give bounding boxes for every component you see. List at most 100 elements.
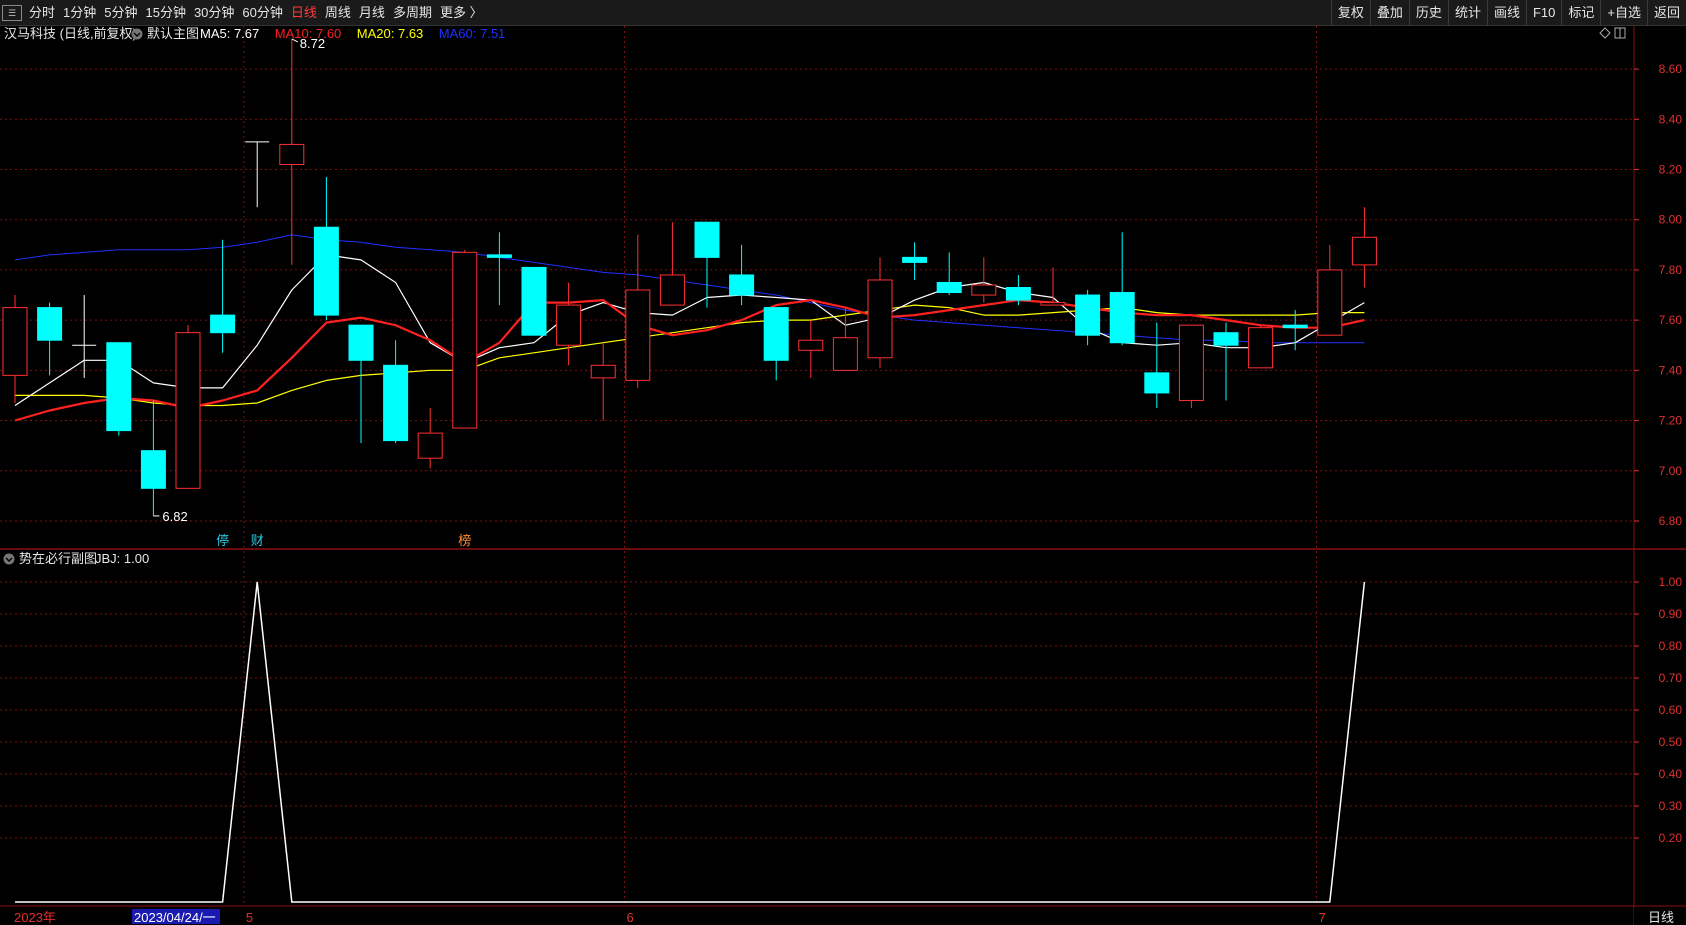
candle-body bbox=[521, 266, 547, 336]
tool-button-3[interactable]: 统计 bbox=[1447, 0, 1487, 26]
price-tick: 6.80 bbox=[1659, 514, 1683, 528]
candle[interactable] bbox=[106, 342, 132, 436]
indicator-tick: 0.70 bbox=[1659, 671, 1683, 685]
indicator-tick: 0.20 bbox=[1659, 831, 1683, 845]
stock-chart[interactable]: 8.60 8.40 8.20 8.00 7.80 7.60 7.40 7.20 7.00 6.80… bbox=[0, 26, 1686, 925]
candle-body bbox=[1178, 324, 1204, 401]
candle-body bbox=[210, 314, 236, 334]
candle-body bbox=[694, 221, 720, 258]
low-label: 6.82 bbox=[162, 509, 187, 524]
indicator-tick: 0.60 bbox=[1659, 703, 1683, 717]
year-label: 2023年 bbox=[14, 910, 56, 925]
candle[interactable] bbox=[175, 325, 201, 489]
period-tab-4[interactable]: 30分钟 bbox=[190, 0, 238, 26]
tool-button-2[interactable]: 历史 bbox=[1408, 0, 1448, 26]
period-tab-1[interactable]: 1分钟 bbox=[59, 0, 100, 26]
price-tick: 7.80 bbox=[1659, 263, 1683, 277]
candle-body bbox=[37, 307, 63, 341]
candle-body bbox=[1040, 302, 1066, 306]
candle-body bbox=[2, 307, 28, 376]
ma-legend-item: MA20: 7.63 bbox=[357, 26, 424, 41]
candle-body bbox=[1144, 372, 1170, 394]
price-tick: 8.40 bbox=[1659, 112, 1683, 126]
tool-button-6[interactable]: 标记 bbox=[1561, 0, 1600, 26]
price-tick: 8.00 bbox=[1659, 213, 1683, 227]
template-dropdown[interactable] bbox=[131, 28, 143, 40]
tool-button-5[interactable]: F10 bbox=[1525, 0, 1561, 26]
candle-body bbox=[1075, 294, 1101, 336]
price-tick: 7.60 bbox=[1659, 313, 1683, 327]
candle-body bbox=[590, 364, 616, 379]
candle-body bbox=[971, 284, 997, 296]
cursor-date: 2023/04/24/一 bbox=[134, 910, 216, 925]
candle-body bbox=[936, 281, 962, 294]
candle-body bbox=[140, 450, 166, 489]
template-name[interactable]: 默认主图 bbox=[147, 26, 199, 41]
price-tick: 8.20 bbox=[1659, 163, 1683, 177]
menu-icon[interactable]: ☰ bbox=[2, 5, 22, 21]
period-tab-2[interactable]: 5分钟 bbox=[100, 0, 141, 26]
candle-body bbox=[1213, 332, 1239, 346]
candle-body bbox=[486, 254, 512, 258]
candle-body bbox=[1351, 236, 1377, 266]
candle-body bbox=[625, 289, 651, 381]
candle-body bbox=[832, 337, 858, 371]
candle-body bbox=[763, 307, 789, 361]
indicator-tick: 0.90 bbox=[1659, 607, 1683, 621]
price-tick: 8.60 bbox=[1659, 62, 1683, 76]
event-marker[interactable]: 榜 bbox=[458, 533, 471, 548]
candle-body bbox=[1005, 287, 1031, 301]
tool-button-1[interactable]: 叠加 bbox=[1369, 0, 1409, 26]
tool-button-0[interactable]: 复权 bbox=[1330, 0, 1370, 26]
candle-body bbox=[556, 304, 582, 346]
candle[interactable] bbox=[521, 266, 547, 336]
indicator-tick: 0.50 bbox=[1659, 735, 1683, 749]
candle-body bbox=[902, 256, 928, 263]
period-tab-8[interactable]: 月线 bbox=[355, 0, 389, 26]
candle-body bbox=[659, 274, 685, 306]
tool-button-8[interactable]: 返回 bbox=[1646, 0, 1686, 26]
candle-body bbox=[1317, 269, 1343, 336]
indicator-tick: 0.80 bbox=[1659, 639, 1683, 653]
price-tick: 7.00 bbox=[1659, 464, 1683, 478]
indicator-value: JBJ: 1.00 bbox=[95, 551, 149, 566]
period-tab-0[interactable]: 分时 bbox=[25, 0, 59, 26]
period-label[interactable]: 日线 bbox=[1648, 910, 1674, 925]
indicator-title[interactable]: 势在必行副图 bbox=[19, 551, 97, 566]
event-marker[interactable]: 停 bbox=[216, 533, 229, 548]
event-marker[interactable]: 财 bbox=[251, 533, 264, 548]
chart-background bbox=[0, 26, 1686, 925]
stock-title[interactable]: 汉马科技 (日线,前复权) bbox=[4, 26, 137, 41]
price-tick: 7.20 bbox=[1659, 414, 1683, 428]
candle-body bbox=[106, 342, 132, 432]
candle[interactable] bbox=[1178, 324, 1204, 408]
period-tab-6[interactable]: 日线 bbox=[287, 0, 321, 26]
candle-body bbox=[383, 364, 409, 442]
candle-body bbox=[348, 324, 374, 361]
candle-body bbox=[729, 274, 755, 296]
period-toolbar: ☰ 分时 1分钟 5分钟 15分钟 30分钟 60分钟 日线 周线 月线 多周期 更多 〉 复权 叠加… bbox=[0, 0, 1686, 26]
indicator-tick: 0.30 bbox=[1659, 799, 1683, 813]
period-tab-3[interactable]: 15分钟 bbox=[141, 0, 189, 26]
candle-body bbox=[1282, 324, 1308, 329]
month-label: 6 bbox=[627, 910, 634, 925]
ma-legend-item: MA60: 7.51 bbox=[439, 26, 506, 41]
chevron-down-icon bbox=[3, 553, 15, 565]
candle[interactable] bbox=[1248, 325, 1274, 369]
month-label: 7 bbox=[1319, 910, 1326, 925]
candle-body bbox=[417, 432, 443, 459]
tool-button-7[interactable]: +自选 bbox=[1600, 0, 1647, 26]
tool-button-4[interactable]: 画线 bbox=[1486, 0, 1526, 26]
period-tab-9[interactable]: 多周期 bbox=[389, 0, 436, 26]
period-tab-10[interactable]: 更多 〉 bbox=[436, 0, 487, 26]
period-tab-7[interactable]: 周线 bbox=[321, 0, 355, 26]
period-tab-5[interactable]: 60分钟 bbox=[238, 0, 286, 26]
indicator-dropdown[interactable] bbox=[3, 553, 15, 565]
price-tick: 7.40 bbox=[1659, 363, 1683, 377]
ma-legend-item: MA5: 7.67 bbox=[200, 26, 259, 41]
candle[interactable] bbox=[452, 249, 478, 429]
candle-body bbox=[1248, 327, 1274, 369]
candle-body bbox=[313, 226, 339, 316]
candle-body bbox=[279, 143, 305, 165]
tool-buttons: 复权 叠加 历史 统计 画线 F10 标记 +自选 返回 bbox=[1330, 0, 1686, 26]
